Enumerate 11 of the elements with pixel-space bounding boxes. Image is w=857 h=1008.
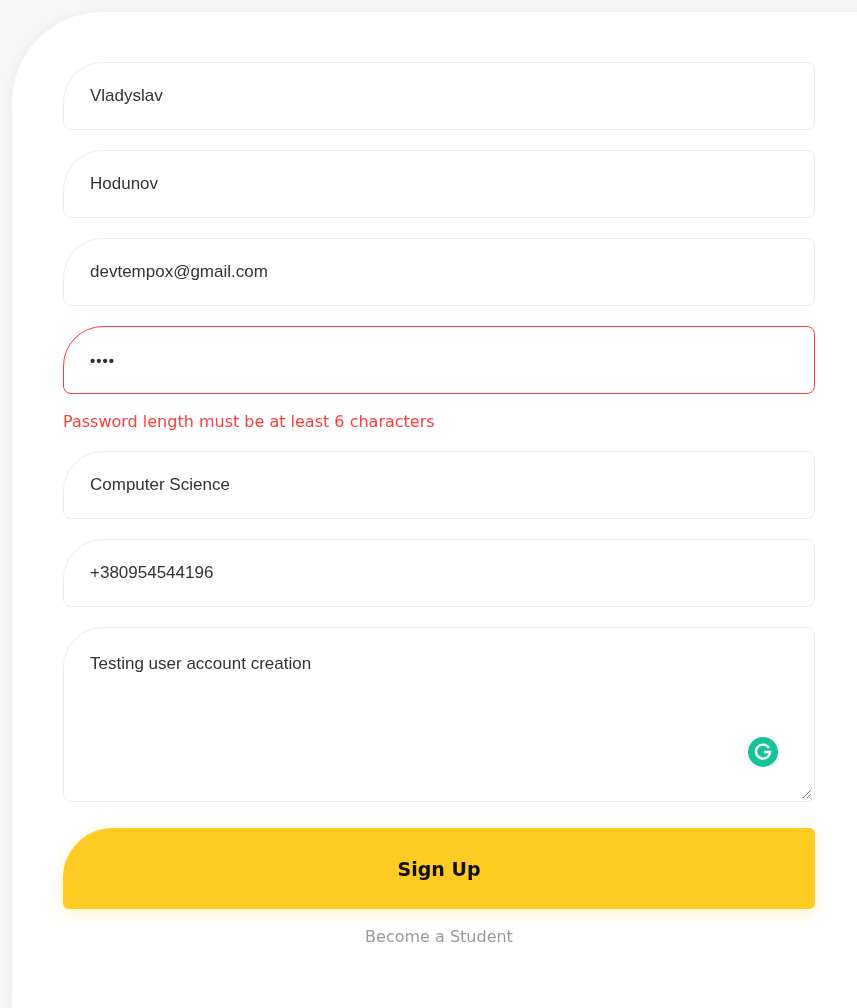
input-field[interactable]: Vladyslav (63, 62, 815, 130)
error-message: Password length must be at least 6 characters (63, 412, 436, 431)
input-field[interactable]: Hodunov (63, 150, 815, 218)
input-field[interactable]: +380954544196 (63, 539, 815, 607)
resize-handle-icon[interactable] (802, 789, 812, 799)
g-circle-icon[interactable] (748, 737, 778, 767)
text-area[interactable]: Testing user account creation (63, 627, 815, 802)
input-field[interactable]: devtempox@gmail.com (63, 238, 815, 306)
password-field[interactable]: •••• (63, 326, 815, 394)
sign-up-button[interactable]: Sign Up (63, 828, 815, 909)
input-field[interactable]: Computer Science (63, 451, 815, 519)
